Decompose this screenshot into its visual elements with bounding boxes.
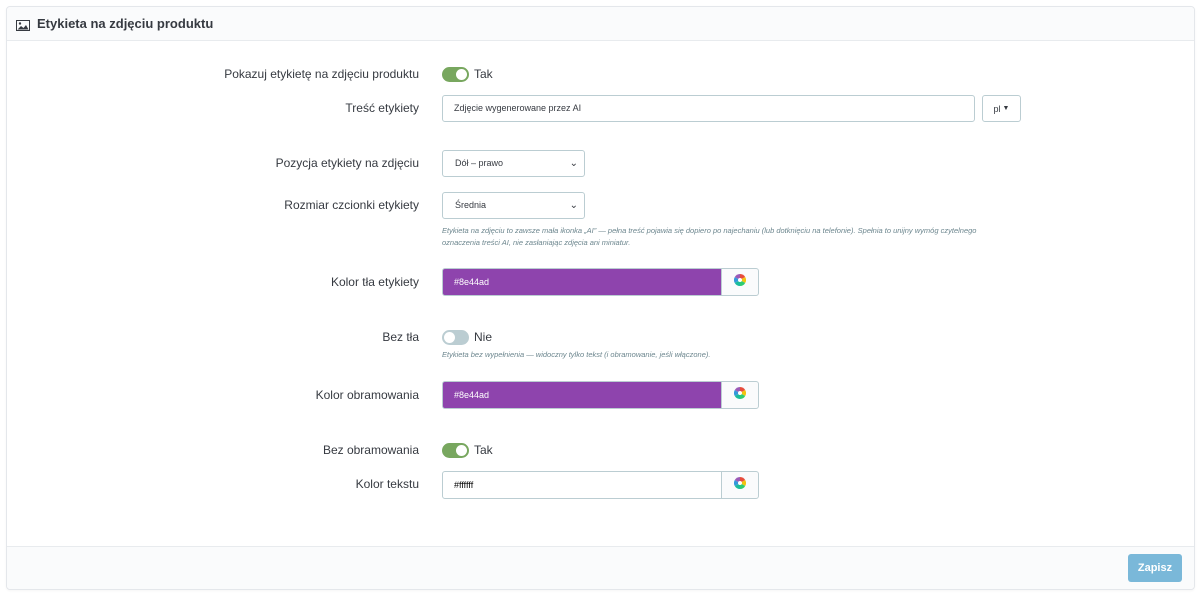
font-size-help: Etykieta na zdjęciu to zawsze mała ikonk… [442,225,1082,249]
show-label-switch[interactable] [442,67,469,82]
position-label: Pozycja etykiety na zdjęciu [275,156,419,170]
language-code: pl [993,103,1001,114]
image-icon [16,18,30,31]
bg-color-input[interactable]: #8e44ad [442,268,722,296]
font-size-label: Rozmiar czcionki etykiety [284,198,419,212]
bg-color-label: Kolor tła etykiety [330,275,419,289]
font-size-help-line-2: oznaczenia treści AI, nie zasłaniając zd… [442,238,631,247]
no-border-value: Tak [474,443,493,457]
no-bg-value: Nie [474,330,493,344]
text-color-label: Kolor tekstu [355,477,419,491]
no-border-switch[interactable] [442,443,469,458]
border-color-label: Kolor obramowania [315,388,419,402]
show-label-label: Pokazuj etykietę na zdjęciu produktu [224,67,419,81]
no-bg-help: Etykieta bez wypełnienia — widoczny tylk… [442,350,711,359]
no-bg-label: Bez tła [382,330,419,344]
panel-title: Etykieta na zdjęciu produktu [37,16,214,31]
label-settings-panel: Etykieta na zdjęciu produktu Pokazuj ety… [6,6,1195,590]
color-wheel-icon [733,386,747,404]
border-color-picker-button[interactable] [721,381,759,409]
font-size-help-line-1: Etykieta na zdjęciu to zawsze mała ikonk… [442,226,977,235]
language-dropdown-button[interactable]: pl ▼ [982,95,1021,122]
label-text-input[interactable]: Zdjęcie wygenerowane przez AI [442,95,975,122]
border-color-group: #8e44ad [442,381,759,409]
position-select[interactable]: Dół – prawo ⌄ [442,150,585,177]
bg-color-group: #8e44ad [442,268,759,296]
label-text-label: Treść etykiety [345,101,419,115]
position-selected: Dół – prawo [455,158,504,168]
no-border-label: Bez obramowania [322,443,419,457]
show-label-value: Tak [474,67,493,81]
border-color-input[interactable]: #8e44ad [442,381,722,409]
switch-knob [456,69,467,80]
chevron-down-icon: ⌄ [569,158,578,169]
panel-header: Etykieta na zdjęciu produktu [7,7,1194,41]
switch-knob [444,332,455,343]
bg-color-picker-button[interactable] [721,268,759,296]
font-size-select[interactable]: Średnia ⌄ [442,192,585,219]
text-color-input[interactable]: #ffffff [442,471,722,499]
font-size-selected: Średnia [455,200,487,210]
text-color-picker-button[interactable] [721,471,759,499]
chevron-down-icon: ⌄ [569,200,578,211]
color-wheel-icon [733,476,747,494]
color-wheel-icon [733,273,747,291]
save-button[interactable]: Zapisz [1128,554,1182,582]
caret-down-icon: ▼ [1002,105,1010,112]
no-bg-switch[interactable] [442,330,469,345]
switch-knob [456,445,467,456]
text-color-group: #ffffff [442,471,759,499]
panel-footer: Zapisz [7,546,1194,589]
